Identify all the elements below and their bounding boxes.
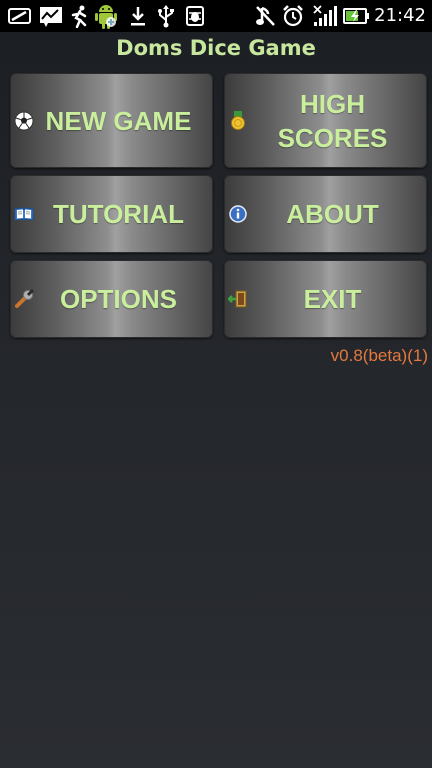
about-label: ABOUT [286, 199, 379, 229]
about-button[interactable]: ABOUT [224, 175, 427, 253]
version-label: v0.8(beta)(1) [330, 346, 428, 365]
status-time: 21:42 [374, 5, 426, 26]
alarm-icon [283, 5, 303, 27]
app-screen: 21:42 Doms Dice Game NEW GAME HIGH SCORE… [0, 0, 432, 768]
android-icon [95, 5, 117, 29]
debug-icon [186, 6, 204, 26]
high-scores-label: HIGH SCORES [224, 87, 427, 155]
high-scores-label-line2: SCORES [277, 122, 388, 153]
tutorial-label: TUTORIAL [53, 199, 184, 229]
runner-icon [71, 5, 87, 28]
chart-icon [40, 7, 62, 27]
status-bar: 21:42 [0, 0, 432, 32]
high-scores-label-line1: HIGH [300, 88, 365, 119]
mute-icon [256, 6, 275, 26]
options-label: OPTIONS [59, 284, 177, 314]
high-scores-button[interactable]: HIGH SCORES [224, 73, 427, 168]
new-game-button[interactable]: NEW GAME [10, 73, 213, 168]
app-title: Doms Dice Game [116, 36, 316, 60]
notification-icon [8, 8, 31, 24]
new-game-label: NEW GAME [45, 105, 192, 136]
download-icon [131, 7, 145, 26]
signal-icon [313, 5, 337, 26]
exit-label: EXIT [303, 284, 362, 314]
options-button[interactable]: OPTIONS [10, 260, 213, 338]
usb-icon [158, 5, 174, 28]
exit-button[interactable]: EXIT [224, 260, 427, 338]
tutorial-button[interactable]: TUTORIAL [10, 175, 213, 253]
battery-icon [343, 8, 369, 24]
